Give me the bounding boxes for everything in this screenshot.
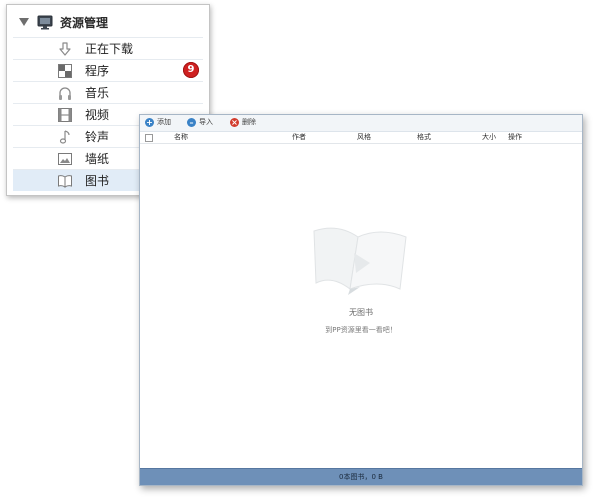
- plus-icon: +: [145, 118, 154, 127]
- sidebar-item-label: 铃声: [85, 130, 110, 144]
- empty-state-subtitle: 到PP资源里看一看吧！: [325, 326, 397, 334]
- table-header: 名称 作者 风格 格式 大小 操作: [140, 132, 582, 144]
- books-window: + 添加 – 导入 × 删除 名称 作者 风格 格式 大小 操作 无图书 到PP…: [139, 114, 583, 486]
- sidebar-item-label: 墙纸: [85, 152, 110, 166]
- collapse-triangle-icon[interactable]: [19, 18, 29, 26]
- import-button-label: 导入: [199, 118, 213, 126]
- empty-state-title: 无图书: [349, 308, 373, 317]
- sidebar-title: 资源管理: [60, 16, 109, 30]
- add-button[interactable]: + 添加: [145, 117, 175, 129]
- picture-icon: [58, 153, 72, 165]
- column-actions[interactable]: 操作: [508, 132, 522, 143]
- music-note-icon: [59, 130, 70, 144]
- sidebar-item-label: 视频: [85, 108, 110, 122]
- sidebar-item-label: 程序: [85, 64, 110, 78]
- sidebar-item-label: 图书: [85, 174, 110, 188]
- download-arrow-icon: [59, 42, 71, 56]
- select-all-checkbox[interactable]: [145, 134, 153, 142]
- apps-grid-icon: [58, 64, 72, 78]
- film-icon: [58, 108, 72, 122]
- delete-button-label: 删除: [242, 118, 256, 126]
- add-button-label: 添加: [157, 118, 171, 126]
- empty-book-illustration: [313, 227, 407, 295]
- headphones-icon: [59, 87, 71, 100]
- import-button[interactable]: – 导入: [187, 117, 217, 129]
- import-icon: –: [187, 118, 196, 127]
- delete-button[interactable]: × 删除: [230, 117, 260, 129]
- sidebar-item-music[interactable]: 音乐: [13, 81, 203, 103]
- status-text: 0本图书，0 B: [339, 473, 383, 481]
- toolbar: + 添加 – 导入 × 删除: [140, 115, 582, 132]
- sidebar-item-label: 音乐: [85, 86, 110, 100]
- update-count-badge: 9: [183, 62, 199, 78]
- column-size[interactable]: 大小: [482, 132, 496, 143]
- monitor-icon: [37, 15, 53, 30]
- column-author[interactable]: 作者: [292, 132, 306, 143]
- column-style[interactable]: 风格: [357, 132, 371, 143]
- sidebar-item-label: 正在下载: [85, 42, 134, 56]
- delete-icon: ×: [230, 118, 239, 127]
- open-book-icon: [58, 175, 72, 188]
- sidebar-item-programs[interactable]: 程序 9: [13, 59, 203, 81]
- column-format[interactable]: 格式: [417, 132, 431, 143]
- status-bar: 0本图书，0 B: [140, 468, 582, 485]
- column-name[interactable]: 名称: [174, 132, 188, 143]
- sidebar-header[interactable]: 资源管理: [7, 5, 209, 37]
- sidebar-item-downloading[interactable]: 正在下载: [13, 37, 203, 59]
